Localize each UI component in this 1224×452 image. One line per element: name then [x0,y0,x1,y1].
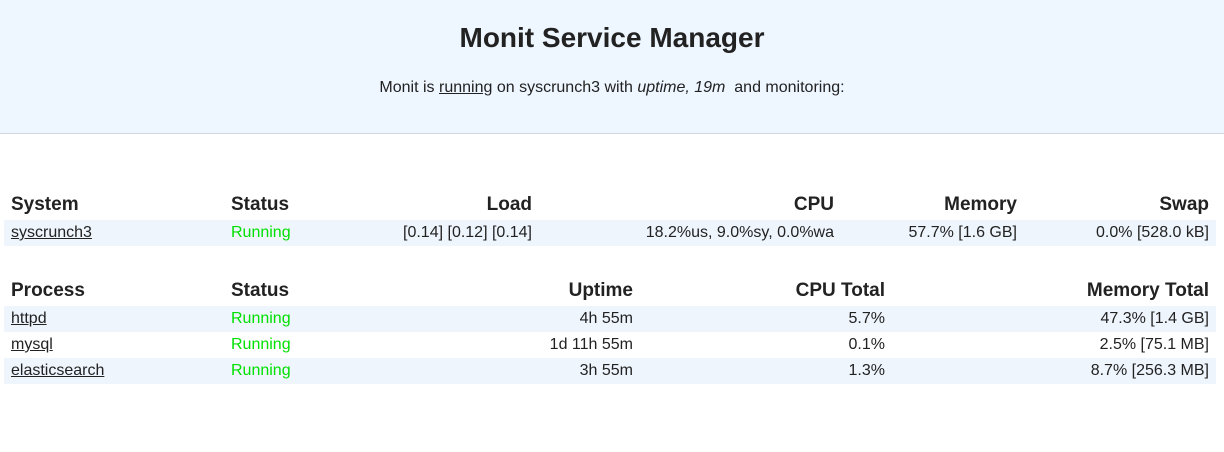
process-name-link[interactable]: elasticsearch [11,362,104,379]
status-host: on syscrunch3 with [496,79,633,96]
col-header-process: Process [11,280,85,301]
col-header-swap: Swap [1159,194,1209,215]
monit-status-link[interactable]: running [439,79,492,96]
col-header-cpu-total: CPU Total [795,280,885,301]
uptime-cell: 3h 55m [344,358,640,384]
load-cell: [0.14] [0.12] [0.14] [344,220,539,246]
memory-total-cell: 47.3% [1.4 GB] [892,306,1216,332]
memory-cell: 57.7% [1.6 GB] [841,220,1024,246]
col-header-memory-total: Memory Total [1086,280,1209,301]
cpu-total-cell: 5.7% [640,306,892,332]
cpu-total-cell: 1.3% [640,358,892,384]
page-header: Monit Service Manager Monit is running o… [0,0,1224,134]
status-suffix: and monitoring: [734,79,845,96]
page-title: Monit Service Manager [459,22,765,53]
col-header-status: Status [231,194,290,215]
status-cell: Running [231,336,291,353]
cpu-total-cell: 0.1% [848,336,885,353]
system-name-link[interactable]: syscrunch3 [11,224,92,241]
process-name-cell: httpd [4,306,224,332]
memory-total-cell: 2.5% [75.1 MB] [1099,336,1209,353]
col-header-status: Status [231,280,290,301]
status-cell: Running [224,358,344,384]
process-name-link[interactable]: mysql [11,336,53,353]
memory-total-cell: 8.7% [256.3 MB] [892,358,1216,384]
status-prefix: Monit is [379,79,435,96]
col-header-cpu: CPU [793,194,834,215]
col-header-uptime: Uptime [568,280,633,301]
col-header-system: System [11,194,79,215]
col-header-load: Load [486,194,532,215]
cpu-cell: 18.2%us, 9.0%sy, 0.0%wa [539,220,841,246]
system-table: System Status Load CPU Memory Swap syscr… [4,190,1216,246]
uptime-cell: 1d 11h 55m [549,336,633,353]
process-table-header: Process Status Uptime CPU Total Memory T… [4,276,1216,306]
monit-uptime: uptime, 19m [637,79,726,96]
uptime-cell: 4h 55m [344,306,640,332]
table-row: syscrunch3 Running [0.14] [0.12] [0.14] … [4,220,1216,246]
process-name-cell: mysql [4,332,224,358]
process-table: Process Status Uptime CPU Total Memory T… [4,276,1216,384]
table-row: mysql Running 1d 11h 55m 0.1% 2.5% [75.1… [4,332,1216,358]
table-row: elasticsearch Running 3h 55m 1.3% 8.7% [… [4,358,1216,384]
process-name-link[interactable]: httpd [11,310,47,327]
table-row: httpd Running 4h 55m 5.7% 47.3% [1.4 GB] [4,306,1216,332]
status-cell: Running [224,306,344,332]
system-table-header: System Status Load CPU Memory Swap [4,190,1216,220]
status-cell: Running [224,220,344,246]
swap-cell: 0.0% [528.0 kB] [1024,220,1216,246]
col-header-memory: Memory [944,194,1017,215]
system-name-cell: syscrunch3 [4,220,224,246]
monit-status-line: Monit is running on syscrunch3 with upti… [0,78,1224,98]
process-name-cell: elasticsearch [4,358,224,384]
